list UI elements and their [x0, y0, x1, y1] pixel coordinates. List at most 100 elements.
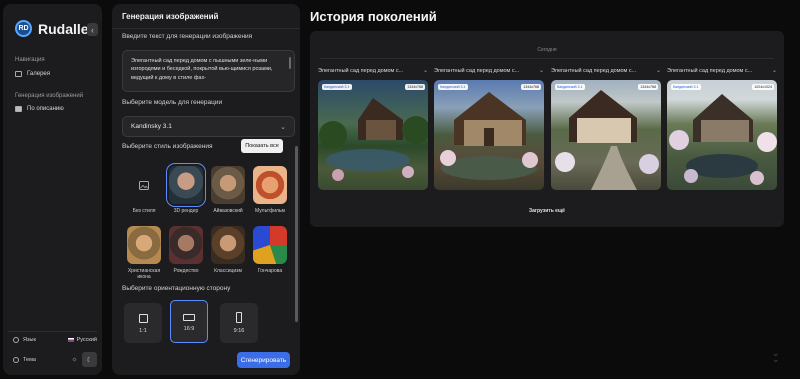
- style-name: Айвазовский: [213, 208, 243, 214]
- language-select[interactable]: Русский: [67, 337, 97, 343]
- date-divider: [320, 58, 774, 59]
- style-preview-image: [211, 166, 245, 204]
- orientation-9-16[interactable]: 9:16: [220, 303, 258, 343]
- caption-text: Элегантный сад перед домом с...: [551, 67, 637, 74]
- generated-image[interactable]: Кандинский 3.1 1344x768: [318, 80, 428, 190]
- generation-form: Введите текст для генерации изображения …: [112, 4, 300, 375]
- model-badge: Кандинский 3.1: [438, 84, 468, 90]
- globe-icon: [13, 337, 19, 343]
- orientation-label: Выберите ориентационную сторону: [122, 285, 231, 292]
- style-name: Без стиля: [132, 208, 156, 214]
- generate-button[interactable]: Сгенерировать: [237, 352, 290, 368]
- model-badge: Кандинский 3.1: [671, 84, 701, 90]
- prompt-scrollbar[interactable]: [289, 57, 291, 69]
- sun-icon: ☼: [71, 356, 78, 363]
- style-option-none[interactable]: Без стиля: [124, 166, 164, 214]
- panel-scrollbar[interactable]: [295, 146, 298, 322]
- nav-section-title: Навигация: [15, 57, 45, 63]
- app-logo[interactable]: RD Rudalle: [15, 20, 89, 37]
- model-badge: Кандинский 3.1: [322, 84, 352, 90]
- orientation-16-9[interactable]: 16:9: [170, 300, 208, 343]
- model-value: Kandinsky 3.1: [131, 123, 172, 130]
- style-option-cartoon[interactable]: Мультфильм: [250, 166, 290, 214]
- generation-card[interactable]: Элегантный сад перед домом с... ⌄ Кандин…: [667, 67, 777, 190]
- load-more-button[interactable]: Загрузить ещё: [310, 208, 784, 214]
- portrait-icon: [236, 312, 242, 323]
- date-group-label: Сегодня: [537, 47, 557, 53]
- style-preview-image: [211, 226, 245, 264]
- gallery-icon: [15, 71, 22, 77]
- image-scene: [319, 98, 428, 181]
- chevron-left-icon: ‹: [91, 24, 94, 35]
- language-row[interactable]: Язык Русский: [13, 337, 97, 343]
- square-icon: [138, 314, 148, 323]
- moon-icon: ☾: [86, 356, 93, 364]
- ratio-label: 16:9: [183, 326, 195, 332]
- style-preview-image: [253, 226, 287, 264]
- prompt-label: Введите текст для генерации изображения: [122, 33, 253, 40]
- dark-theme-button[interactable]: ☾: [82, 352, 97, 367]
- generation-caption[interactable]: Элегантный сад перед домом с... ⌄: [551, 67, 661, 75]
- generation-card[interactable]: Элегантный сад перед домом с... ⌄ Кандин…: [551, 67, 661, 190]
- history-panel: Сегодня Элегантный сад перед домом с... …: [310, 31, 784, 227]
- style-name: 3D рендер: [173, 208, 199, 214]
- style-name: Христианская икона: [127, 268, 161, 280]
- chevron-down-icon: ⌄: [422, 68, 428, 74]
- collapse-sidebar-button[interactable]: ‹: [87, 23, 98, 36]
- style-option-goncharova[interactable]: Гончарова: [250, 226, 290, 274]
- generation-caption[interactable]: Элегантный сад перед домом с... ⌄: [318, 67, 428, 75]
- show-all-styles-button[interactable]: Показать все: [241, 139, 283, 153]
- style-name: Мультфильм: [255, 208, 285, 214]
- style-preview-image: [169, 226, 203, 264]
- ru-flag-icon: [67, 338, 74, 342]
- generated-image[interactable]: Кандинский 3.1 1344x768: [434, 80, 544, 190]
- size-badge: 1024x1024: [752, 84, 774, 90]
- generation-caption[interactable]: Элегантный сад перед домом с... ⌄: [667, 67, 777, 75]
- chevron-down-icon: ⌄: [538, 68, 544, 74]
- ratio-label: 1:1: [139, 328, 147, 334]
- image-scene: [669, 94, 777, 185]
- palette-icon: [13, 356, 19, 363]
- generated-image[interactable]: Кандинский 3.1 1024x1024: [667, 80, 777, 190]
- light-theme-button[interactable]: ☼: [67, 352, 82, 367]
- sidebar-item-label: Галерея: [27, 71, 51, 77]
- sidebar-item-by-description[interactable]: По описанию: [15, 106, 64, 112]
- text-image-icon: [15, 106, 22, 112]
- style-preview-image: [127, 226, 161, 264]
- image-scene: [440, 92, 538, 180]
- style-option-3d[interactable]: 3D рендер: [166, 163, 206, 214]
- chevron-down-icon: ⌄: [771, 68, 777, 74]
- prompt-textarea[interactable]: Элегантный сад перед домом с пышными зел…: [122, 50, 295, 92]
- ratio-label: 9:16: [233, 328, 245, 334]
- landscape-icon: [183, 314, 195, 321]
- generation-card[interactable]: Элегантный сад перед домом с... ⌄ Кандин…: [434, 67, 544, 190]
- size-badge: 1344x768: [405, 84, 425, 90]
- style-option-christmas[interactable]: Рождество: [166, 226, 206, 274]
- theme-label: Тема: [23, 356, 36, 363]
- image-icon: [127, 166, 161, 204]
- model-label: Выберите модель для генерации: [122, 99, 223, 106]
- style-name: Рождество: [173, 268, 199, 274]
- generation-caption[interactable]: Элегантный сад перед домом с... ⌄: [434, 67, 544, 75]
- model-select[interactable]: Kandinsky 3.1 ⌄: [122, 116, 295, 137]
- chevron-down-icon: ⌄: [655, 68, 661, 74]
- size-badge: 1344x768: [521, 84, 541, 90]
- language-label: Язык: [23, 337, 36, 343]
- gen-section-title: Генерация изображений: [15, 93, 84, 99]
- prompt-text: Элегантный сад перед домом с пышными зел…: [131, 58, 273, 81]
- style-preview-image: [253, 166, 287, 204]
- history-title: История поколений: [310, 9, 437, 24]
- scroll-down-icon[interactable]: ⌄ ⌄: [772, 349, 780, 364]
- theme-row: Тема ☼ ☾: [13, 352, 97, 367]
- model-badge: Кандинский 3.1: [555, 84, 585, 90]
- sidebar-item-gallery[interactable]: Галерея: [15, 71, 50, 77]
- orientation-1-1[interactable]: 1:1: [124, 303, 162, 343]
- style-name: Гончарова: [257, 268, 283, 274]
- style-option-icon[interactable]: Христианская икона: [124, 226, 164, 280]
- size-badge: 1344x768: [638, 84, 658, 90]
- generation-card[interactable]: Элегантный сад перед домом с... ⌄ Кандин…: [318, 67, 428, 190]
- generated-image[interactable]: Кандинский 3.1 1344x768: [551, 80, 661, 190]
- sidebar-item-label: По описанию: [27, 106, 64, 112]
- style-option-aivazovsky[interactable]: Айвазовский: [208, 166, 248, 214]
- style-option-classicism[interactable]: Классицизм: [208, 226, 248, 274]
